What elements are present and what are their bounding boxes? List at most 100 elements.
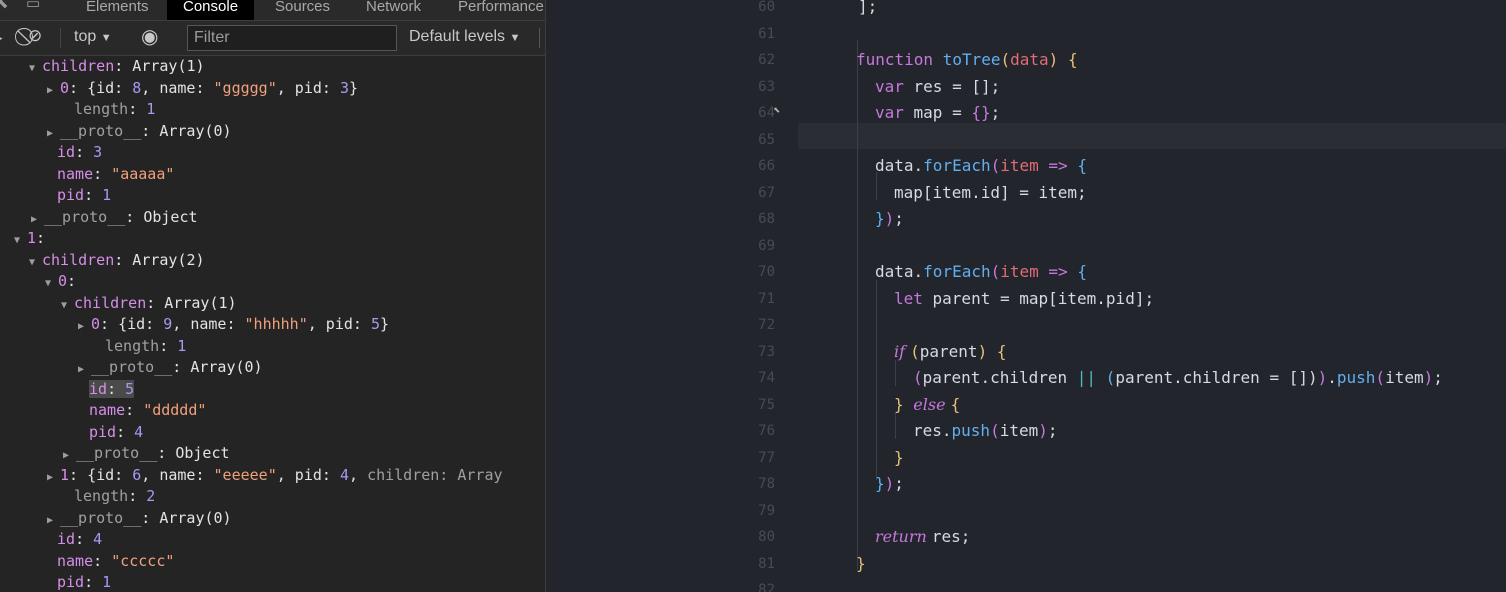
- code-line[interactable]: ];: [858, 0, 877, 20]
- console-tree-row[interactable]: ▶ __proto__: Object: [63, 443, 230, 464]
- console-tree-row[interactable]: ▼ children: Array(1): [29, 56, 205, 77]
- code-token: data: [1010, 50, 1049, 69]
- code-line[interactable]: var map = {};: [875, 100, 1000, 126]
- line-number: 66: [758, 158, 775, 174]
- expand-closed-triangle-icon[interactable]: ▶: [31, 209, 44, 230]
- line-number: 76: [758, 423, 775, 439]
- expand-open-triangle-icon[interactable]: ▼: [45, 273, 58, 294]
- console-tree-row[interactable]: ▶ 0: {id: 8, name: "ggggg", pid: 3}: [47, 78, 358, 99]
- console-tree-row[interactable]: ▶ __proto__: Array(0): [78, 357, 263, 378]
- console-token: __proto__: [44, 207, 126, 226]
- log-levels-dropdown[interactable]: Default levels ▼: [409, 28, 520, 46]
- expand-open-triangle-icon[interactable]: ▼: [61, 295, 74, 316]
- code-line[interactable]: return res;: [875, 524, 970, 550]
- line-number: 73: [758, 343, 775, 360]
- code-line[interactable]: if (parent) {: [894, 339, 1006, 365]
- code-token: parent = map[item.pid];: [932, 288, 1155, 308]
- console-token: name: [57, 551, 94, 570]
- expand-open-triangle-icon[interactable]: ▼: [29, 58, 42, 79]
- code-line[interactable]: let parent = map[item.pid];: [894, 286, 1154, 312]
- console-tree-row[interactable]: ▶ 1: {id: 6, name: "eeeee", pid: 4, child…: [47, 465, 503, 486]
- console-token: 5: [125, 379, 135, 398]
- console-tree-row[interactable]: ▶ __proto__: Object: [31, 207, 198, 228]
- code-token: item: [1000, 156, 1039, 175]
- code-line[interactable]: var res = [];: [875, 74, 1000, 100]
- devtools-panel: ⬉ ▭ Elements Console Sources Network Per…: [0, 0, 546, 592]
- code-editor[interactable]: ⬉ 60 61 62 63 64 65 66 67 68 69 70 71 72 73 74 75 76 77 78…: [547, 0, 1506, 592]
- console-tree-row[interactable]: ▼ 0:: [45, 271, 76, 292]
- console-tree-row[interactable]: ▶ __proto__: Array(0): [47, 121, 232, 142]
- code-line[interactable]: } else {: [894, 392, 960, 418]
- code-line[interactable]: data.forEach(item => {: [875, 153, 1087, 179]
- line-number: 75: [758, 396, 775, 413]
- tab-console[interactable]: Console: [167, 0, 255, 20]
- expand-closed-triangle-icon[interactable]: ▶: [47, 467, 60, 488]
- line-number: 71: [758, 290, 775, 307]
- inspect-element-icon[interactable]: ⬉: [0, 0, 9, 12]
- expand-closed-triangle-icon[interactable]: ▶: [47, 80, 60, 101]
- code-line[interactable]: (parent.children || (parent.children = […: [913, 365, 1443, 391]
- console-tree-row: length: 2: [74, 486, 155, 507]
- console-token: : {id:: [69, 465, 133, 484]
- console-token: name: [89, 401, 126, 419]
- console-row-text: children: Array(1): [42, 57, 205, 75]
- console-token: 4: [134, 422, 144, 441]
- console-tree-row: length: 1: [105, 336, 186, 357]
- code-token: }: [894, 394, 914, 414]
- code-line[interactable]: map[item.id] = item;: [894, 180, 1087, 206]
- code-line[interactable]: }: [856, 551, 866, 577]
- console-token: 6: [132, 465, 142, 484]
- sidebar-toggle-icon[interactable]: ▸: [0, 30, 3, 46]
- code-line[interactable]: });: [875, 471, 904, 497]
- console-tree-row[interactable]: ▶ __proto__: Array(0): [47, 508, 232, 529]
- line-number: 60: [758, 0, 775, 15]
- context-selector[interactable]: top ▼: [74, 28, 112, 46]
- console-token: 0: [58, 272, 68, 290]
- expand-open-triangle-icon[interactable]: ▼: [29, 252, 42, 273]
- console-tree-row[interactable]: ▼ children: Array(1): [61, 293, 237, 314]
- console-tree-row[interactable]: ▼ 1:: [14, 228, 45, 249]
- clear-console-circle-icon[interactable]: ⊘: [28, 26, 42, 46]
- expand-closed-triangle-icon[interactable]: ▶: [47, 123, 60, 144]
- tab-sources[interactable]: Sources: [275, 0, 330, 20]
- console-token: id: [57, 143, 76, 161]
- code-line[interactable]: }: [894, 445, 904, 471]
- console-token: 2: [146, 487, 156, 505]
- code-line[interactable]: });: [875, 206, 904, 232]
- expand-closed-triangle-icon[interactable]: ▶: [63, 445, 76, 466]
- code-token: item: [999, 421, 1039, 440]
- tab-network[interactable]: Network: [366, 0, 421, 20]
- code-token: {: [1077, 156, 1087, 175]
- devtools-tab-bar: ⬉ ▭ Elements Console Sources Network Per…: [0, 0, 545, 21]
- tab-elements[interactable]: Elements: [86, 0, 149, 20]
- console-row-text: 1:: [27, 229, 45, 247]
- code-token: ): [884, 474, 895, 493]
- device-toolbar-icon[interactable]: ▭: [26, 0, 40, 12]
- console-token: : Array(1): [114, 57, 205, 75]
- code-token: .: [1327, 368, 1337, 387]
- console-row-text: __proto__: Object: [44, 208, 198, 226]
- code-token: =>: [1038, 156, 1078, 175]
- console-toolbar: ▸ ⃠ ⊘ top ▼ ◉ Default levels ▼: [0, 21, 545, 56]
- code-line[interactable]: res.push(item);: [913, 418, 1058, 444]
- console-tree-row[interactable]: ▶ 0: {id: 9, name: "hhhhh", pid: 5}: [78, 314, 389, 335]
- expand-closed-triangle-icon[interactable]: ▶: [78, 316, 91, 337]
- code-line[interactable]: function toTree(data) {: [856, 47, 1078, 73]
- code-token: (: [990, 156, 1001, 175]
- console-token: 5: [370, 315, 380, 333]
- code-token: data.: [875, 262, 924, 281]
- expand-closed-triangle-icon[interactable]: ▶: [78, 359, 91, 380]
- code-line[interactable]: data.forEach(item => {: [875, 259, 1087, 285]
- console-token: , name:: [141, 78, 214, 97]
- console-token: :: [93, 164, 112, 183]
- expand-open-triangle-icon[interactable]: ▼: [14, 230, 27, 251]
- filter-input[interactable]: [187, 25, 397, 51]
- current-line-highlight: [798, 123, 1506, 149]
- console-row-text: __proto__: Array(0): [60, 509, 232, 527]
- console-tree-row[interactable]: ▼ children: Array(2): [29, 250, 205, 271]
- code-token: ): [1317, 368, 1328, 387]
- eye-icon[interactable]: ◉: [141, 24, 158, 49]
- expand-closed-triangle-icon[interactable]: ▶: [47, 510, 60, 531]
- tab-performance[interactable]: Performance: [458, 0, 544, 20]
- line-number: 69: [758, 237, 775, 254]
